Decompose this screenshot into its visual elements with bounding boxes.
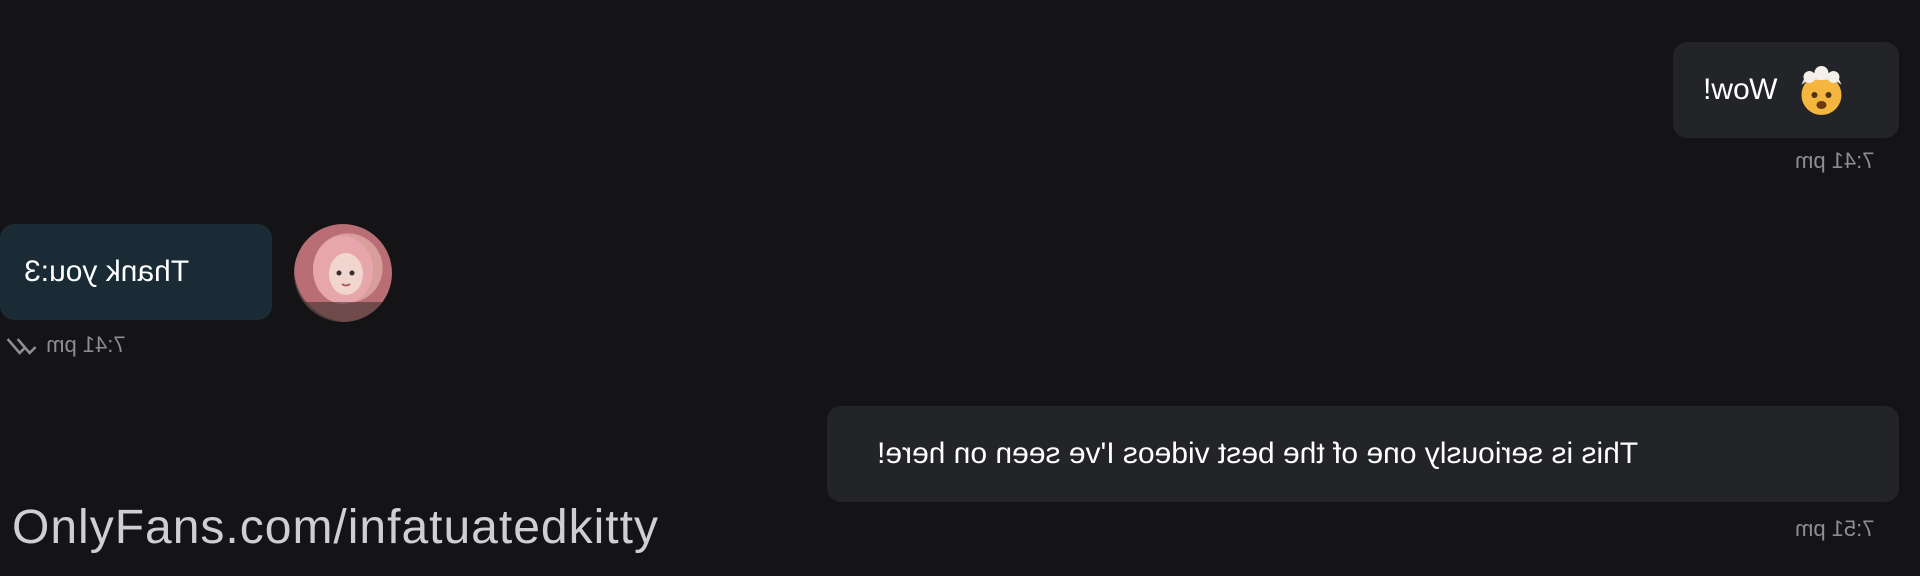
avatar[interactable] <box>294 224 392 322</box>
message-text: Thank you:3 <box>24 255 190 288</box>
exploding-head-emoji-icon <box>1801 66 1842 116</box>
message-bubble-outgoing[interactable]: This is seriously one of the best videos… <box>827 406 1899 502</box>
message-timestamp: 7:41 pm <box>0 332 126 358</box>
message-bubble-incoming[interactable]: Thank you:3 <box>0 224 272 320</box>
message-bubble-outgoing[interactable]: Wow! <box>1673 42 1899 138</box>
watermark: OnlyFans.com/infatuatedkitty <box>12 501 659 554</box>
avatar-image <box>294 236 392 322</box>
message-content: Wow! <box>1703 42 1847 138</box>
message-text: Wow! <box>1703 73 1778 106</box>
chat-view: Wow! 7:41 pm Thank you:3 7:41 pm This is… <box>0 0 1920 576</box>
message-text: This is seriously one of the best videos… <box>877 437 1639 470</box>
message-timestamp: 7:41 pm <box>1795 148 1875 173</box>
message-timestamp: 7:51 pm <box>1795 516 1875 541</box>
double-check-icon <box>7 338 37 356</box>
